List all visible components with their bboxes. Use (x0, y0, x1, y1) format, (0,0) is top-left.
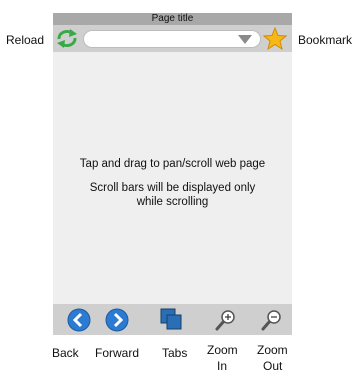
zoom-out-callout-line1: Zoom (257, 343, 288, 357)
zoom-out-callout-line2: Out (263, 359, 283, 373)
url-input[interactable] (83, 30, 261, 48)
tabs-icon[interactable] (158, 307, 184, 333)
page-title: Page title (53, 13, 292, 25)
forward-icon[interactable] (104, 307, 130, 333)
instruction-text: Tap and drag to pan/scroll web page (79, 158, 266, 170)
dropdown-icon[interactable] (238, 35, 252, 44)
star-icon[interactable] (263, 27, 287, 50)
reload-callout: Reload (6, 33, 45, 47)
forward-callout: Forward (95, 346, 140, 360)
tabs-callout: Tabs (162, 346, 188, 360)
zoom-in-callout-line2: In (217, 359, 228, 373)
browser-window: Page title Tap and drag to pan/scroll we… (53, 13, 292, 335)
scrollbar-note-line2: while scrolling (136, 196, 209, 208)
zoom-in-callout-line1: Zoom (207, 343, 238, 357)
scrollbar-note-line1: Scroll bars will be displayed only (89, 182, 256, 194)
back-icon[interactable] (66, 307, 92, 333)
address-toolbar (53, 25, 292, 52)
zoom-out-icon[interactable] (258, 307, 284, 333)
bottom-toolbar (53, 304, 292, 335)
reload-icon[interactable] (56, 29, 78, 48)
bookmark-callout: Bookmark (298, 33, 353, 47)
zoom-in-icon[interactable] (212, 307, 238, 333)
web-content-area[interactable]: Tap and drag to pan/scroll web page Scro… (53, 52, 292, 304)
back-callout: Back (52, 346, 79, 360)
